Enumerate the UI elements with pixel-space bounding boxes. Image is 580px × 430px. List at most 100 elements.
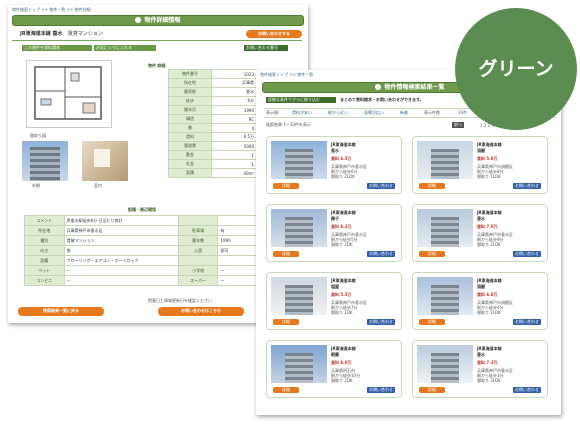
info-value: 5000 [211,141,257,151]
detail-key-2: 小学校 [177,265,219,276]
info-row: 所在地 兵庫県 [168,78,257,88]
property-thumbnail[interactable] [271,277,327,315]
filter-near[interactable]: 駅から近い [328,110,348,116]
detail-row: 所在地 兵庫県神戸市垂水区 駐車場有 [24,225,292,236]
property-thumbnail[interactable] [271,345,327,383]
card-layout: 間取り 2LDK [331,174,355,179]
info-key: 面積 [168,168,212,178]
card-detail-button[interactable]: 詳細 [419,319,445,325]
card-inquiry-button[interactable]: お問い合わせ [513,319,541,325]
filter-wide[interactable]: 面積が広い [364,110,384,116]
detail-row: 種別 賃貸マンション 築年数 1990 [24,235,292,246]
card-inquiry-button[interactable]: お問い合わせ [367,183,395,189]
info-value: 垂水 [211,87,257,97]
card-inquiry-button[interactable]: お問い合わせ [367,251,395,257]
detail-key-2 [177,255,219,266]
card-station: 垂水 [331,148,339,153]
result-card[interactable]: JR東海道本線 垂水 賃料 7.0万 兵庫県神戸市垂水区 駅から徒歩9分 間取り 2LDK… [412,204,548,262]
result-card[interactable]: JR東海道本線 朝霧 賃料 6.0万 兵庫県明石市 駅から徒歩10分 間取り 2DK 詳細お… [266,340,402,398]
info-row: 管理費 5000 [168,141,257,151]
card-detail-button[interactable]: 詳細 [419,387,445,393]
property-thumbnail[interactable] [417,209,473,247]
result-card[interactable]: JR東海道本線 須磨 賃料 6.8万 兵庫県神戸市須磨区 駅から徒歩4分 間取り 2LDK… [412,272,548,330]
card-inquiry-button[interactable]: お問い合わせ [513,183,541,189]
filter-new[interactable]: 新着 [400,110,408,116]
interior-caption: 室内 [94,183,102,188]
property-thumbnail[interactable] [271,209,327,247]
interior-photo[interactable] [82,141,128,181]
card-layout: 間取り 1LDK [477,174,501,179]
info-key: 階 [168,123,212,133]
breadcrumb[interactable]: 物件検索トップ >> 物件一覧 >> 物件詳細 [12,7,292,13]
card-detail-button[interactable]: 詳細 [273,183,299,189]
card-price: 賃料 5.8万 [477,156,498,161]
property-name: JR東海道本線 垂水 賃貸マンション [20,30,103,37]
card-price: 賃料 6.8万 [477,292,498,297]
info-key: 礼金 [168,159,212,169]
card-inquiry-button[interactable]: お問い合わせ [513,387,541,393]
detail-key-2 [177,215,219,226]
info-key: 築年月 [168,105,212,115]
favorite-button[interactable]: お気に入りに入れる [94,45,156,51]
request-docs-button[interactable]: この物件を資料請求 [22,45,92,51]
card-price: 賃料 7.3万 [477,360,498,365]
result-card[interactable]: JR東海道本線 舞子 賃料 6.2万 兵庫県神戸市垂水区 駅から徒歩5分 間取り 2DK 詳… [266,204,402,262]
info-key: 管理費 [168,141,212,151]
detail-row: コメント JR垂水駅徒歩6分 日当たり良好 [24,215,292,226]
card-station: 舞子 [331,216,339,221]
info-row: 構造 RC [168,114,257,124]
card-inquiry-button[interactable]: お問い合わせ [513,251,541,257]
info-row: 最寄駅 垂水 [168,87,257,97]
card-station: 須磨 [477,284,485,289]
count-10[interactable]: 10件 [458,110,467,116]
detail-value: JR垂水駅徒歩6分 日当たり良好 [63,215,179,226]
property-thumbnail[interactable] [417,141,473,179]
card-detail-button[interactable]: 詳細 [419,251,445,257]
prev-page-button[interactable]: 前へ [452,122,464,128]
property-thumbnail[interactable] [417,345,473,383]
detail-row: コンビニ — スーパー — [24,275,292,286]
back-to-list-button[interactable]: 検索結果一覧に戻る [18,307,104,316]
refine-search-tab[interactable]: 詳細な条件でさらに絞り込む [266,97,336,103]
count-label: 表示件数 [424,110,440,115]
result-card[interactable]: JR東海道本線 須磨 賃料 5.8万 兵庫県神戸市須磨区 駅から徒歩8分 間取り 1LDK… [412,136,548,194]
card-station: 垂水 [477,216,485,221]
property-thumbnail[interactable] [271,141,327,179]
property-thumbnail[interactable] [417,277,473,315]
inquiry-button[interactable]: お問い合わせする [246,30,302,38]
result-card[interactable]: JR東海道本線 垂水 賃料 7.3万 兵庫県神戸市垂水区 駅から徒歩3分 間取り 3LDK… [412,340,548,398]
info-value: 1 [211,150,257,160]
exterior-caption: 外観 [32,183,40,188]
result-card[interactable]: JR東海道本線 塩屋 賃料 5.5万 兵庫県神戸市垂水区 駅から徒歩7分 間取り 1DK 詳… [266,272,402,330]
results-breadcrumb[interactable]: 物件検索トップ >> 物件一覧 [260,72,460,78]
card-detail-button[interactable]: 詳細 [419,183,445,189]
info-row: 賃料 6.5万 [168,132,257,142]
detail-key: 向き [24,245,65,256]
filter-cheap[interactable]: 賃料が安い [292,110,312,116]
card-price: 賃料 7.0万 [477,224,498,229]
info-key: 賃料 [168,132,212,142]
info-value: 40m² [211,168,257,178]
info-key: 敷金 [168,150,212,160]
info-value: 1990 [211,105,257,115]
card-inquiry-button[interactable]: お問い合わせ [367,319,395,325]
floor-plan-image[interactable] [26,60,112,128]
card-detail-button[interactable]: 詳細 [273,251,299,257]
detail-key-2: 入居 [177,245,219,256]
detail-value: 賃貸マンション [63,235,179,246]
result-card[interactable]: JR東海道本線 垂水 賃料 6.5万 兵庫県神戸市垂水区 駅から徒歩6分 間取り 2LDK… [266,136,402,194]
info-value: 6.5万 [211,132,257,142]
inquire-bottom-button[interactable]: お問い合わせはこちら [158,307,244,316]
page-title: 物件詳細情報 [12,15,304,26]
footnote: 掲載日と情報更新日を確認ください [148,298,212,303]
card-layout: 間取り 2DK [331,242,353,247]
results-title-text: 物件情報検索結果一覧 [384,84,445,91]
info-value: 6分 [211,96,257,106]
info-row: 築年月 1990 [168,105,257,115]
detail-value: 兵庫県神戸市垂水区 [63,225,179,236]
card-detail-button[interactable]: 詳細 [273,387,299,393]
card-detail-button[interactable]: 詳細 [273,319,299,325]
card-inquiry-button[interactable]: お問い合わせ [367,387,395,393]
exterior-photo[interactable] [22,141,68,181]
card-station: 塩屋 [331,284,339,289]
